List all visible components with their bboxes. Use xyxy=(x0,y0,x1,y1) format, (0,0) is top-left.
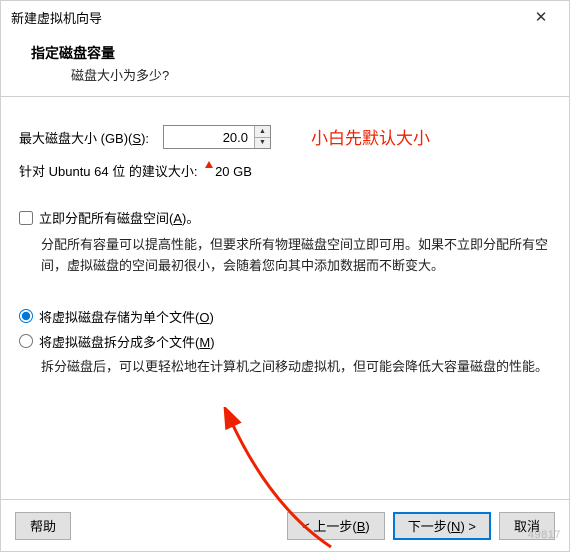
spinner-down-icon[interactable]: ▼ xyxy=(255,138,270,149)
page-title: 指定磁盘容量 xyxy=(31,43,549,63)
wizard-header: 指定磁盘容量 磁盘大小为多少? xyxy=(1,33,569,97)
spinner-up-icon[interactable]: ▲ xyxy=(255,126,270,138)
watermark-text: 49817 xyxy=(528,529,561,541)
allocate-now-description: 分配所有容量可以提高性能，但要求所有物理磁盘空间立即可用。如果不立即分配所有空间… xyxy=(41,235,551,277)
close-icon: ✕ xyxy=(535,8,548,26)
max-disk-size-label: 最大磁盘大小 (GB)(S): xyxy=(19,128,149,147)
arrow-marker-icon xyxy=(205,161,213,168)
back-button[interactable]: < 上一步(B) xyxy=(287,512,385,540)
wizard-window: 新建虚拟机向导 ✕ 指定磁盘容量 磁盘大小为多少? 最大磁盘大小 (GB)(S)… xyxy=(0,0,570,552)
recommended-size-text: 针对 Ubuntu 64 位 的建议大小: 20 GB xyxy=(19,161,551,180)
disk-size-spinner[interactable]: ▲ ▼ xyxy=(163,125,271,149)
radio-split-description: 拆分磁盘后，可以更轻松地在计算机之间移动虚拟机，但可能会降低大容量磁盘的性能。 xyxy=(41,357,551,378)
allocate-now-row: 立即分配所有磁盘空间(A)。 xyxy=(19,208,551,227)
next-button[interactable]: 下一步(N) > xyxy=(393,512,491,540)
wizard-content: 最大磁盘大小 (GB)(S): ▲ ▼ 小白先默认大小 针对 Ubuntu 64… xyxy=(1,97,569,499)
radio-split-files[interactable] xyxy=(19,334,33,348)
window-title: 新建虚拟机向导 xyxy=(11,8,521,27)
disk-size-input[interactable] xyxy=(164,126,254,148)
allocate-now-label[interactable]: 立即分配所有磁盘空间(A)。 xyxy=(39,208,199,227)
wizard-footer: 帮助 < 上一步(B) 下一步(N) > 取消 xyxy=(1,499,569,551)
radio-single-file-row: 将虚拟磁盘存储为单个文件(O) xyxy=(19,307,551,326)
max-disk-size-row: 最大磁盘大小 (GB)(S): ▲ ▼ xyxy=(19,125,551,149)
page-subtitle: 磁盘大小为多少? xyxy=(71,65,549,84)
radio-split-files-row: 将虚拟磁盘拆分成多个文件(M) xyxy=(19,332,551,351)
radio-single-file-label[interactable]: 将虚拟磁盘存储为单个文件(O) xyxy=(39,307,214,326)
annotation-text: 小白先默认大小 xyxy=(311,124,430,149)
help-button[interactable]: 帮助 xyxy=(15,512,71,540)
allocate-now-checkbox[interactable] xyxy=(19,211,33,225)
radio-split-files-label[interactable]: 将虚拟磁盘拆分成多个文件(M) xyxy=(39,332,215,351)
radio-single-file[interactable] xyxy=(19,309,33,323)
close-button[interactable]: ✕ xyxy=(521,2,561,32)
titlebar: 新建虚拟机向导 ✕ xyxy=(1,1,569,33)
disk-file-radio-group: 将虚拟磁盘存储为单个文件(O) 将虚拟磁盘拆分成多个文件(M) 拆分磁盘后，可以… xyxy=(19,307,551,378)
